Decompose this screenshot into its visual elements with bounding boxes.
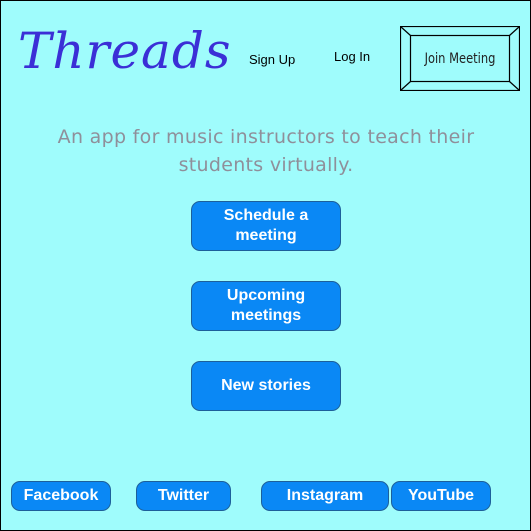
- instagram-button[interactable]: Instagram: [261, 481, 389, 511]
- schedule-meeting-button[interactable]: Schedule a meeting: [191, 201, 341, 251]
- upcoming-meetings-button[interactable]: Upcoming meetings: [191, 281, 341, 331]
- youtube-button[interactable]: YouTube: [391, 481, 491, 511]
- sign-up-link[interactable]: Sign Up: [249, 52, 295, 67]
- twitter-label: Twitter: [157, 487, 210, 504]
- facebook-label: Facebook: [23, 487, 99, 504]
- tagline-line-1: An app for music instructors to teach th…: [57, 126, 475, 148]
- new-stories-label: New stories: [221, 377, 311, 394]
- join-meeting-label: Join Meeting: [424, 50, 496, 67]
- app-page: Threads Sign Up Log In Join Meeting An a…: [0, 0, 531, 531]
- tagline-line-2: students virtually.: [178, 154, 354, 176]
- twitter-button[interactable]: Twitter: [136, 481, 231, 511]
- tagline: An app for music instructors to teach th…: [41, 123, 491, 179]
- schedule-meeting-label-2: meeting: [235, 227, 297, 244]
- upcoming-meetings-label-2: meetings: [230, 307, 302, 324]
- youtube-label: YouTube: [407, 487, 475, 504]
- app-logo[interactable]: Threads: [18, 21, 232, 81]
- join-meeting-button[interactable]: Join Meeting: [400, 26, 520, 91]
- upcoming-meetings-label-1: Upcoming: [226, 287, 306, 304]
- facebook-button[interactable]: Facebook: [11, 481, 111, 511]
- new-stories-button[interactable]: New stories: [191, 361, 341, 411]
- instagram-label: Instagram: [286, 487, 364, 504]
- schedule-meeting-label-1: Schedule a: [223, 207, 309, 224]
- log-in-link[interactable]: Log In: [334, 49, 370, 64]
